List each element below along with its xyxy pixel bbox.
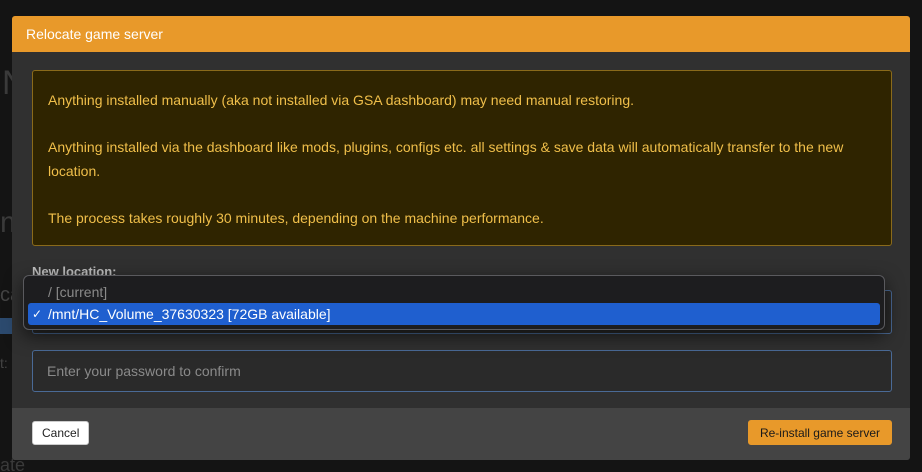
password-input[interactable]: [32, 350, 892, 392]
dropdown-option-label: /mnt/HC_Volume_37630323 [72GB available]: [48, 306, 331, 322]
modal-footer: Cancel Re-install game server: [12, 408, 910, 460]
warning-alert: Anything installed manually (aka not ins…: [32, 70, 892, 246]
modal-body: Anything installed manually (aka not ins…: [12, 52, 910, 408]
background-text-fragment: t:: [0, 355, 8, 371]
dropdown-option-current[interactable]: / [current]: [28, 281, 880, 303]
modal-title: Relocate game server: [26, 26, 163, 42]
alert-line-duration: The process takes roughly 30 minutes, de…: [48, 210, 544, 226]
reinstall-game-server-button[interactable]: Re-install game server: [747, 420, 892, 445]
relocate-modal: Relocate game server Anything installed …: [12, 16, 910, 460]
cancel-button[interactable]: Cancel: [32, 421, 90, 445]
alert-line-manual-restore: Anything installed manually (aka not ins…: [48, 92, 634, 108]
dropdown-option-label: / [current]: [48, 284, 108, 300]
alert-line-auto-transfer: Anything installed via the dashboard lik…: [48, 139, 844, 179]
background-tag: [0, 318, 12, 334]
checkmark-icon: ✓: [32, 307, 43, 321]
location-dropdown-list: / [current] ✓ /mnt/HC_Volume_37630323 [7…: [23, 275, 885, 330]
dropdown-option-hc-volume[interactable]: ✓ /mnt/HC_Volume_37630323 [72GB availabl…: [28, 303, 880, 325]
modal-header: Relocate game server: [12, 16, 910, 52]
